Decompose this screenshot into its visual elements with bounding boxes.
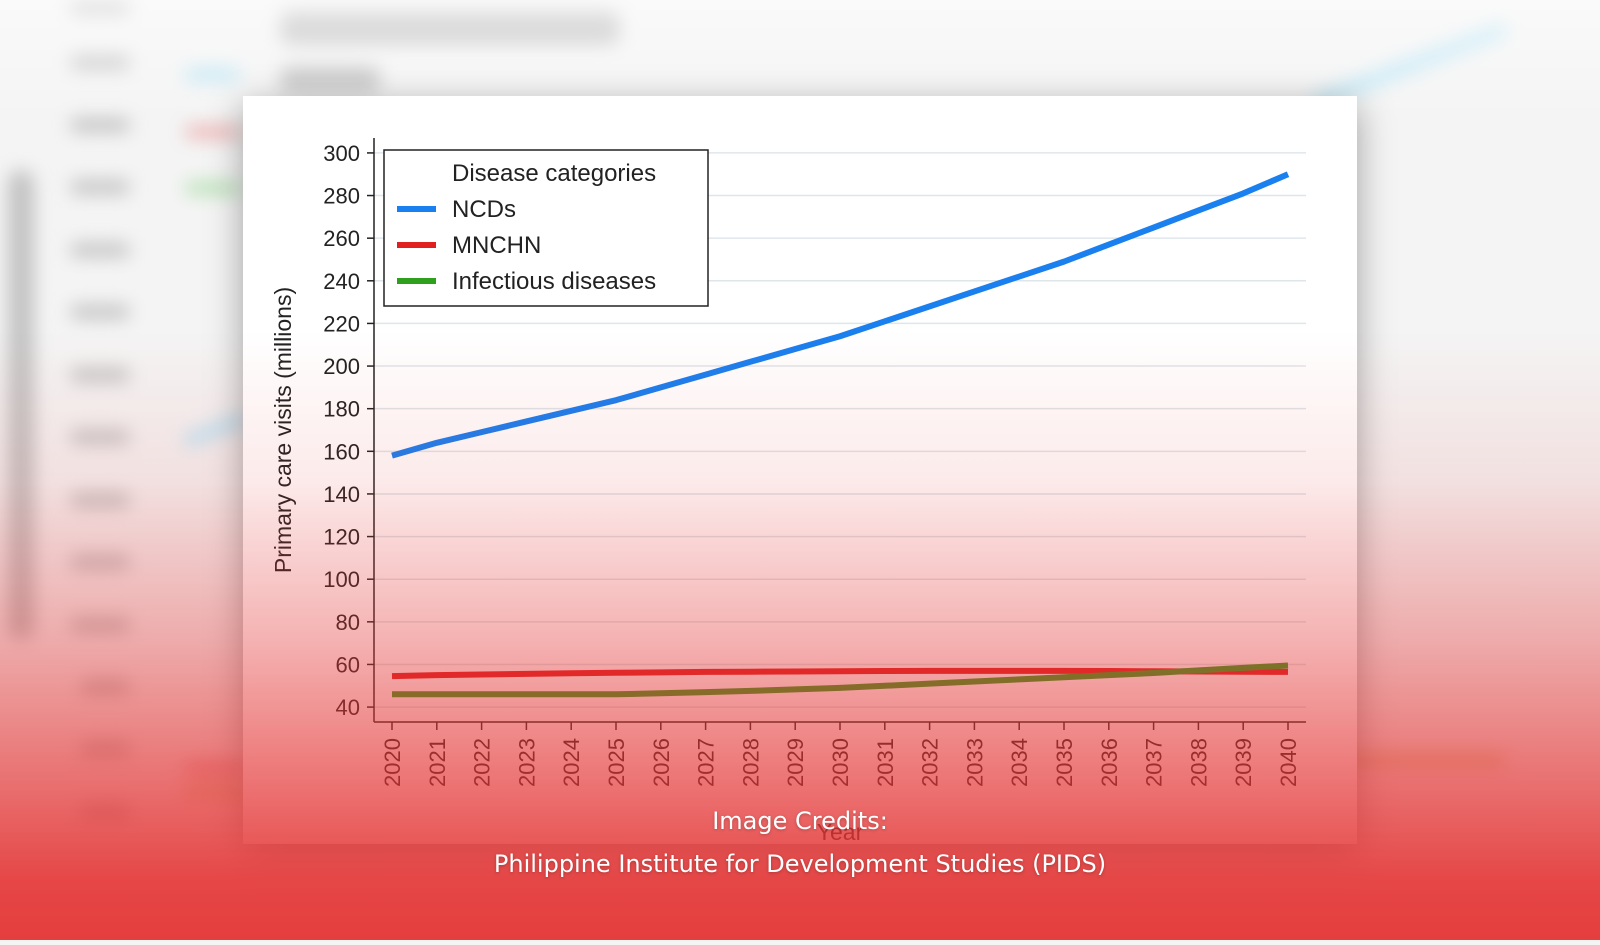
x-tick-label: 2031: [873, 738, 898, 787]
x-tick-label: 2034: [1007, 738, 1032, 787]
legend: Disease categories NCDs MNCHN Infectious di…: [383, 149, 709, 307]
y-tick-label: 120: [323, 525, 360, 550]
x-tick-label: 2038: [1186, 738, 1211, 787]
legend-title: Disease categories: [452, 160, 656, 187]
y-tick-label: 160: [323, 439, 360, 464]
y-tick-label: 60: [336, 652, 360, 677]
x-tick-label: 2030: [828, 738, 853, 787]
y-tick-label: 300: [323, 141, 360, 166]
y-tick-label: 240: [323, 269, 360, 294]
x-tick-label: 2029: [783, 738, 808, 787]
x-tick-label: 2024: [559, 738, 584, 787]
y-tick-label: 80: [336, 610, 360, 635]
legend-label: Infectious diseases: [452, 268, 656, 295]
y-tick-label: 180: [323, 397, 360, 422]
y-tick-label: 220: [323, 311, 360, 336]
legend-label: MNCHN: [452, 232, 541, 259]
x-tick-label: 2023: [514, 738, 539, 787]
x-tick-label: 2039: [1231, 738, 1256, 787]
y-axis-title: Primary care visits (millions): [270, 287, 296, 573]
x-tick-label: 2035: [1052, 738, 1077, 787]
y-tick-label: 260: [323, 226, 360, 251]
x-tick-label: 2040: [1276, 738, 1301, 787]
x-tick-label: 2026: [649, 738, 674, 787]
x-tick-label: 2032: [918, 738, 943, 787]
y-tick-label: 40: [336, 695, 360, 720]
chart-card: 40 60 80 100 120 140 160 180 200 220 240 260 280 300 2…: [243, 96, 1357, 844]
x-tick-label: 2037: [1142, 738, 1167, 787]
credits-source: Philippine Institute for Development Stu…: [493, 850, 1107, 878]
legend-label: NCDs: [452, 196, 516, 223]
x-tick-label: 2028: [738, 738, 763, 787]
x-tick-label: 2027: [694, 738, 719, 787]
x-tick-label: 2025: [604, 738, 629, 787]
line-chart: 40 60 80 100 120 140 160 180 200 220 240 260 280 300 2…: [270, 138, 1306, 844]
y-tick-label: 140: [323, 482, 360, 507]
y-tick-label: 280: [323, 184, 360, 209]
y-tick-label: 100: [323, 567, 360, 592]
x-tick-label: 2020: [380, 738, 405, 787]
credits-heading: Image Credits:: [712, 807, 888, 835]
x-tick-label: 2022: [470, 738, 495, 787]
x-tick-label: 2036: [1097, 738, 1122, 787]
y-tick-label: 200: [323, 354, 360, 379]
x-tick-label: 2021: [425, 738, 450, 787]
x-tick-label: 2033: [962, 738, 987, 787]
